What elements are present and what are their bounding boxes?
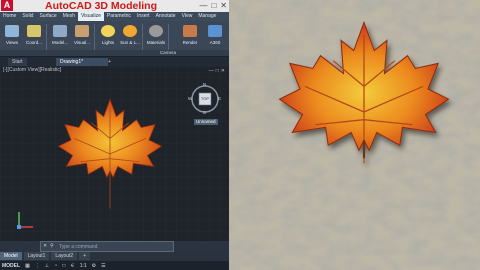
tab-insert[interactable]: Insert (134, 12, 153, 21)
viewcube[interactable]: TOP N S E W (188, 82, 222, 116)
command-line: ✕ ⚲ (40, 241, 174, 252)
compass-west: W (188, 96, 193, 101)
materials-button[interactable]: Materials (146, 23, 166, 47)
annotation-scale[interactable]: 1:1 (80, 263, 87, 269)
compass-south: S (203, 110, 207, 115)
viewport-close-icon[interactable]: ✕ (221, 68, 225, 74)
coordinates-button[interactable]: Coord... (24, 23, 44, 47)
app-title: AutoCAD 3D Modeling (45, 0, 157, 12)
tab-surface[interactable]: Surface (36, 12, 59, 21)
sun-location-icon (123, 25, 137, 37)
viewport-restore-icon[interactable]: □ (216, 68, 219, 74)
osnap-icon[interactable]: □ (62, 263, 65, 269)
polar-icon[interactable]: ◔ (54, 263, 57, 269)
close-command-icon[interactable]: ✕ (43, 242, 47, 251)
autocad-logo-icon[interactable]: A (1, 0, 13, 11)
model-viewports-icon (53, 25, 67, 37)
maximize-icon[interactable]: □ (211, 0, 216, 12)
ribbon-separator (142, 24, 143, 51)
tab-layout2[interactable]: Layout2 (51, 252, 78, 260)
command-input[interactable] (59, 242, 169, 251)
workspace-icon[interactable]: ⚙ (92, 263, 96, 269)
tab-parametric[interactable]: Parametric (104, 12, 134, 21)
lights-icon (101, 25, 115, 37)
layout-tabs: Model Layout1 Layout2 + (0, 252, 229, 260)
ribbon-tabs: Home Solid Surface Mesh Visualize Parame… (0, 12, 229, 21)
a360-icon (208, 25, 222, 37)
tab-annotate[interactable]: Annotate (153, 12, 179, 21)
title-bar: A AutoCAD 3D Modeling — □ ✕ (0, 0, 229, 12)
viewport-minimize-icon[interactable]: — (209, 68, 214, 74)
tab-start[interactable]: Start (8, 58, 27, 66)
ribbon-separator (46, 24, 47, 51)
bark-leaf-photo (229, 0, 480, 270)
add-layout-icon[interactable]: + (79, 252, 91, 260)
bark-texture-image (229, 0, 480, 270)
tab-layout1[interactable]: Layout1 (23, 252, 50, 260)
status-bar: MODEL ▦ ⋮ ⊥ ◔ □ ⚟ 1:1 ⚙ ☰ (0, 261, 229, 270)
new-tab-icon[interactable]: + (104, 58, 115, 66)
model-space-toggle[interactable]: MODEL (2, 263, 20, 269)
viewcube-top-label: TOP (200, 96, 210, 101)
materials-icon (149, 25, 163, 37)
ortho-icon[interactable]: ⊥ (45, 263, 49, 269)
tab-mesh[interactable]: Mesh (60, 12, 78, 21)
visual-styles-icon (75, 25, 89, 37)
tab-drawing1[interactable]: Drawing1* (56, 58, 108, 66)
tab-manage[interactable]: Manage (195, 12, 219, 21)
compass-north: N (203, 82, 207, 87)
annotation-icon[interactable]: ⚟ (70, 263, 74, 269)
panel-title-camera: Camera (160, 50, 177, 55)
snap-icon[interactable]: ⋮ (35, 263, 40, 269)
wcs-menu[interactable]: Unnamed (194, 119, 218, 125)
tab-visualize[interactable]: Visualize (77, 12, 104, 21)
autocad-window: A AutoCAD 3D Modeling — □ ✕ Home Solid S… (0, 0, 229, 270)
minimize-icon[interactable]: — (199, 0, 207, 12)
coordinates-icon (27, 25, 41, 37)
ribbon-separator (94, 24, 95, 51)
drawing-viewport[interactable]: [-][Custom View][Realistic] — □ ✕ TOP N … (0, 66, 229, 241)
lights-button[interactable]: Lights (98, 23, 118, 47)
search-icon[interactable]: ⚲ (50, 242, 54, 251)
render-icon (183, 25, 197, 37)
tab-model[interactable]: Model (0, 252, 22, 260)
a360-button[interactable]: A360 (205, 23, 225, 47)
tab-home[interactable]: Home (0, 12, 19, 21)
sun-location-button[interactable]: Sun & L... (120, 23, 140, 47)
views-icon (5, 25, 19, 37)
render-button[interactable]: Render (180, 23, 200, 47)
ribbon-separator (168, 24, 169, 51)
tab-solid[interactable]: Solid (19, 12, 36, 21)
grid-icon[interactable]: ▦ (25, 263, 30, 269)
model-viewports-button[interactable]: Model... (50, 23, 70, 47)
ribbon-panel-titles: Camera (0, 50, 229, 56)
close-icon[interactable]: ✕ (220, 0, 227, 12)
window-controls: — □ ✕ (199, 0, 227, 12)
visual-styles-button[interactable]: Visual... (72, 23, 92, 47)
document-tabs: Start Drawing1* + (0, 57, 229, 66)
compass-east: E (218, 96, 222, 101)
settings-icon[interactable]: ☰ (101, 263, 105, 269)
viewport-label[interactable]: [-][Custom View][Realistic] (3, 67, 61, 73)
tab-view[interactable]: View (179, 12, 196, 21)
viewport-controls: — □ ✕ (209, 68, 225, 74)
views-button[interactable]: Views (2, 23, 22, 47)
